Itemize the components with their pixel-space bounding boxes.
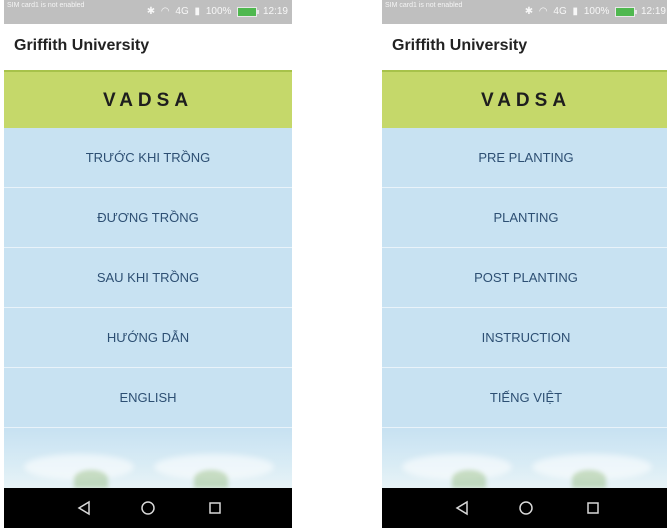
recents-square-icon: [209, 502, 221, 514]
bluetooth-icon: ✱: [524, 6, 534, 17]
background-image: [4, 430, 292, 488]
recents-button[interactable]: [568, 488, 618, 528]
status-icons: ✱ ◠ 4G ▮ 100% 12:19: [522, 6, 666, 19]
sim-status-text: SIM card1 is not enabled: [385, 2, 463, 9]
banner-title: VADSA: [102, 90, 194, 111]
clock: 12:19: [640, 6, 666, 17]
bluetooth-icon: ✱: [146, 6, 156, 17]
grass-shape: [194, 470, 228, 488]
menu-item-instruction[interactable]: INSTRUCTION: [382, 308, 667, 368]
network-type: 4G: [553, 6, 567, 17]
recents-button[interactable]: [190, 488, 240, 528]
vadsa-banner: VADSA: [4, 70, 292, 128]
main-menu: TRƯỚC KHI TRỒNG ĐƯƠNG TRỒNG SAU KHI TRỒN…: [4, 128, 292, 488]
navigation-bar: [382, 488, 667, 528]
back-button[interactable]: [437, 488, 487, 528]
home-button[interactable]: [123, 488, 173, 528]
home-button[interactable]: [501, 488, 551, 528]
main-menu: PRE PLANTING PLANTING POST PLANTING INST…: [382, 128, 667, 488]
network-type: 4G: [175, 6, 189, 17]
background-image: [382, 430, 667, 488]
clock: 12:19: [262, 6, 288, 17]
grass-shape: [452, 470, 486, 488]
grass-shape: [572, 470, 606, 488]
home-circle-icon: [519, 501, 533, 515]
back-triangle-icon: [77, 500, 90, 516]
status-icons: ✱ ◠ 4G ▮ 100% 12:19: [144, 6, 288, 19]
recents-square-icon: [587, 502, 599, 514]
phone-screen-vietnamese: SIM card1 is not enabled ✱ ◠ 4G ▮ 100% 1…: [4, 0, 292, 528]
app-title: Griffith University: [392, 37, 528, 54]
grass-shape: [74, 470, 108, 488]
phone-screen-english: SIM card1 is not enabled ✱ ◠ 4G ▮ 100% 1…: [382, 0, 667, 528]
signal-icon: ▮: [572, 6, 579, 17]
battery-icon: [237, 7, 260, 17]
menu-item-after-planting[interactable]: SAU KHI TRỒNG: [4, 248, 292, 308]
app-title: Griffith University: [14, 37, 150, 54]
menu-item-planting[interactable]: ĐƯƠNG TRỒNG: [4, 188, 292, 248]
banner-title: VADSA: [480, 90, 572, 111]
battery-icon: [615, 7, 638, 17]
back-triangle-icon: [455, 500, 468, 516]
status-bar: SIM card1 is not enabled ✱ ◠ 4G ▮ 100% 1…: [4, 0, 292, 24]
menu-item-planting[interactable]: PLANTING: [382, 188, 667, 248]
status-bar: SIM card1 is not enabled ✱ ◠ 4G ▮ 100% 1…: [382, 0, 667, 24]
menu-item-language-vietnamese[interactable]: TIẾNG VIỆT: [382, 368, 667, 428]
wifi-icon: ◠: [538, 6, 548, 17]
battery-percent: 100%: [583, 6, 610, 17]
navigation-bar: [4, 488, 292, 528]
battery-percent: 100%: [205, 6, 232, 17]
menu-item-post-planting[interactable]: POST PLANTING: [382, 248, 667, 308]
menu-item-pre-planting[interactable]: PRE PLANTING: [382, 128, 667, 188]
wifi-icon: ◠: [160, 6, 170, 17]
menu-item-language-english[interactable]: ENGLISH: [4, 368, 292, 428]
menu-item-before-planting[interactable]: TRƯỚC KHI TRỒNG: [4, 128, 292, 188]
vadsa-banner: VADSA: [382, 70, 667, 128]
menu-item-instructions[interactable]: HƯỚNG DẪN: [4, 308, 292, 368]
app-bar: Griffith University: [4, 24, 292, 70]
home-circle-icon: [141, 501, 155, 515]
app-bar: Griffith University: [382, 24, 667, 70]
back-button[interactable]: [59, 488, 109, 528]
sim-status-text: SIM card1 is not enabled: [7, 2, 85, 9]
signal-icon: ▮: [194, 6, 201, 17]
